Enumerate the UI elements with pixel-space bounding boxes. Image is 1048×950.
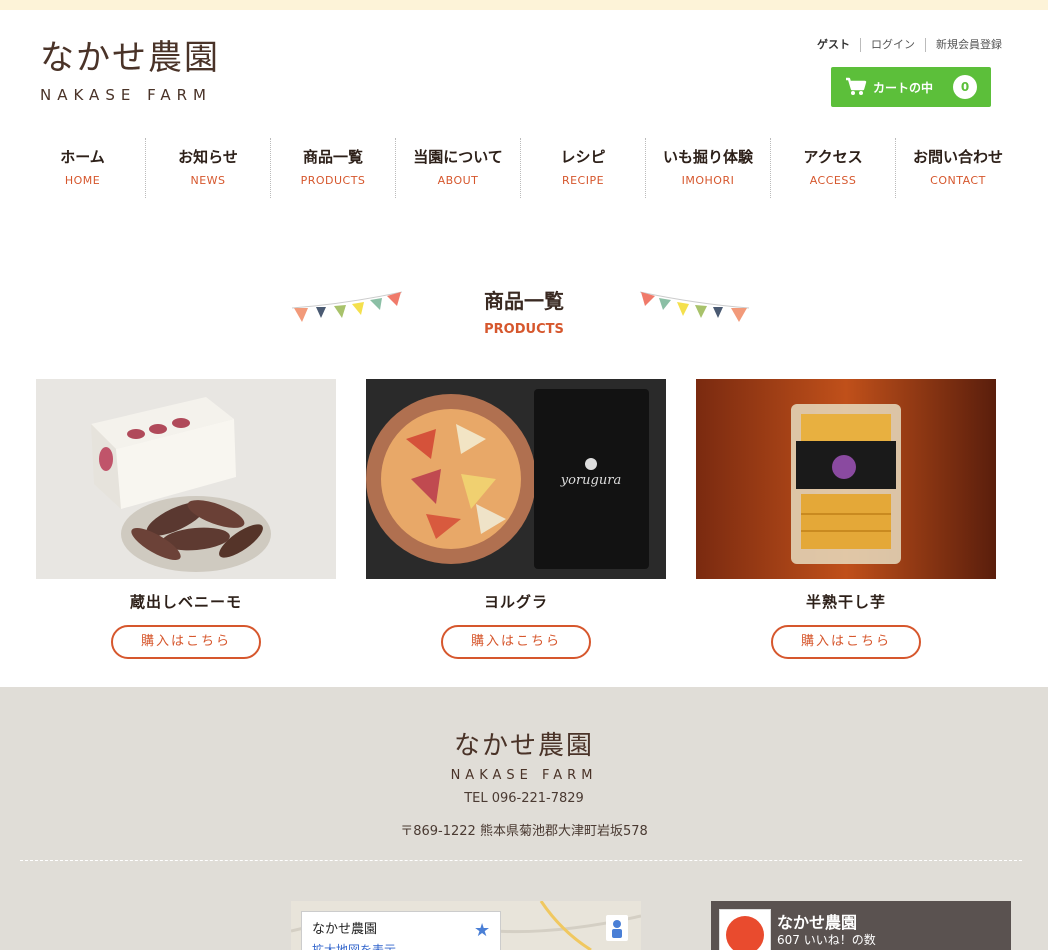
product-card: yorugura ヨルグラ 購入はこちら bbox=[366, 379, 666, 659]
footer-logo-en: NAKASE FARM bbox=[450, 768, 598, 783]
product-image-hoshiimo[interactable] bbox=[696, 379, 996, 579]
map-enlarge-link[interactable]: 拡大地図を表示 bbox=[312, 941, 490, 950]
main-nav: ホーム HOME お知らせ NEWS 商品一覧 PRODUCTS 当園について ABOU… bbox=[20, 138, 1020, 198]
footer-logo[interactable]: なかせ農園 NAKASE FARM bbox=[0, 725, 1048, 783]
section-title: 商品一覧 PRODUCTS bbox=[0, 285, 1048, 337]
nav-item-contact[interactable]: お問い合わせ CONTACT bbox=[895, 138, 1020, 198]
cart-count-badge: 0 bbox=[953, 75, 977, 99]
nav-sublabel: ABOUT bbox=[437, 174, 479, 187]
section-title-en: PRODUCTS bbox=[484, 322, 564, 337]
product-list: 蔵出しベニーモ 購入はこちら yorugura ヨルグラ 購入はこちら 半熟干し… bbox=[36, 379, 1026, 659]
buy-button[interactable]: 購入はこちら bbox=[771, 625, 921, 659]
account-links: ゲスト ログイン 新規会員登録 bbox=[817, 38, 1012, 52]
yorugura-photo: yorugura bbox=[366, 379, 666, 579]
footer-divider bbox=[20, 860, 1022, 861]
nav-label: ホーム bbox=[60, 148, 105, 166]
map-info-card: なかせ農園 拡大地図を表示 ★ bbox=[301, 911, 501, 950]
nav-item-home[interactable]: ホーム HOME bbox=[20, 138, 145, 198]
nav-item-news[interactable]: お知らせ NEWS bbox=[145, 138, 270, 198]
map-place-title: なかせ農園 bbox=[312, 922, 378, 937]
nav-item-access[interactable]: アクセス ACCESS bbox=[770, 138, 895, 198]
section-title-jp: 商品一覧 bbox=[484, 289, 564, 313]
product-card: 蔵出しベニーモ 購入はこちら bbox=[36, 379, 336, 659]
register-link[interactable]: 新規会員登録 bbox=[925, 38, 1012, 52]
google-map-embed[interactable]: なかせ農園 拡大地図を表示 ★ bbox=[291, 901, 641, 950]
logo-en-text: NAKASE FARM bbox=[40, 86, 212, 104]
site-logo[interactable]: なかせ農園 NAKASE FARM bbox=[40, 38, 220, 104]
nav-sublabel: NEWS bbox=[190, 174, 226, 187]
guest-label: ゲスト bbox=[817, 38, 850, 51]
cart-label: カートの中 bbox=[873, 80, 934, 95]
facebook-likes-count: 607 いいね！の数 bbox=[777, 933, 876, 947]
hoshiimo-photo bbox=[696, 379, 996, 579]
login-link[interactable]: ログイン bbox=[860, 38, 925, 52]
save-star-icon[interactable]: ★ bbox=[474, 920, 490, 941]
svg-text:yorugura: yorugura bbox=[560, 473, 621, 488]
buy-button[interactable]: 購入はこちら bbox=[111, 625, 261, 659]
buy-button[interactable]: 購入はこちら bbox=[441, 625, 591, 659]
nav-label: お知らせ bbox=[178, 148, 238, 166]
nav-item-products[interactable]: 商品一覧 PRODUCTS bbox=[270, 138, 395, 198]
product-name: ヨルグラ bbox=[483, 593, 548, 611]
product-name: 半熟干し芋 bbox=[805, 593, 886, 611]
cart-icon bbox=[846, 77, 867, 95]
nav-item-recipe[interactable]: レシピ RECIPE bbox=[520, 138, 645, 198]
cart-button[interactable]: カートの中 0 bbox=[831, 67, 991, 107]
facebook-page-title[interactable]: なかせ農園 bbox=[777, 909, 857, 933]
nav-label: レシピ bbox=[560, 148, 606, 166]
nav-label: 当園について bbox=[413, 148, 503, 166]
nav-item-imohori[interactable]: いも掘り体験 IMOHORI bbox=[645, 138, 770, 198]
nav-label: お問い合わせ bbox=[912, 148, 1003, 166]
facebook-page-widget[interactable]: なかせ農園 607 いいね！の数 bbox=[711, 901, 1011, 950]
beniimo-photo bbox=[36, 379, 336, 579]
nav-item-about[interactable]: 当園について ABOUT bbox=[395, 138, 520, 198]
nav-sublabel: PRODUCTS bbox=[300, 174, 366, 187]
logo-jp-text: なかせ農園 bbox=[40, 38, 220, 78]
product-name: 蔵出しベニーモ bbox=[129, 593, 242, 611]
footer-tel: TEL 096-221-7829 bbox=[464, 791, 584, 806]
product-card: 半熟干し芋 購入はこちら bbox=[696, 379, 996, 659]
footer-address: 〒869-1222 熊本県菊池郡大津町岩坂578 bbox=[400, 824, 648, 839]
nav-label: いも掘り体験 bbox=[662, 148, 753, 166]
street-view-icon[interactable] bbox=[606, 915, 628, 941]
footer: なかせ農園 NAKASE FARM TEL 096-221-7829 〒869-… bbox=[0, 687, 1048, 950]
nav-label: 商品一覧 bbox=[302, 148, 363, 166]
nav-sublabel: IMOHORI bbox=[681, 174, 735, 187]
product-image-yorugura[interactable]: yorugura bbox=[366, 379, 666, 579]
nav-sublabel: RECIPE bbox=[561, 174, 605, 187]
top-accent-bar bbox=[0, 0, 1048, 10]
product-image-beniimo[interactable] bbox=[36, 379, 336, 579]
nav-sublabel: CONTACT bbox=[930, 174, 986, 187]
nav-sublabel: HOME bbox=[64, 174, 101, 187]
footer-logo-jp: なかせ農園 bbox=[453, 731, 594, 761]
nav-sublabel: ACCESS bbox=[809, 174, 857, 187]
nav-label: アクセス bbox=[803, 148, 863, 166]
facebook-page-avatar bbox=[719, 909, 771, 950]
